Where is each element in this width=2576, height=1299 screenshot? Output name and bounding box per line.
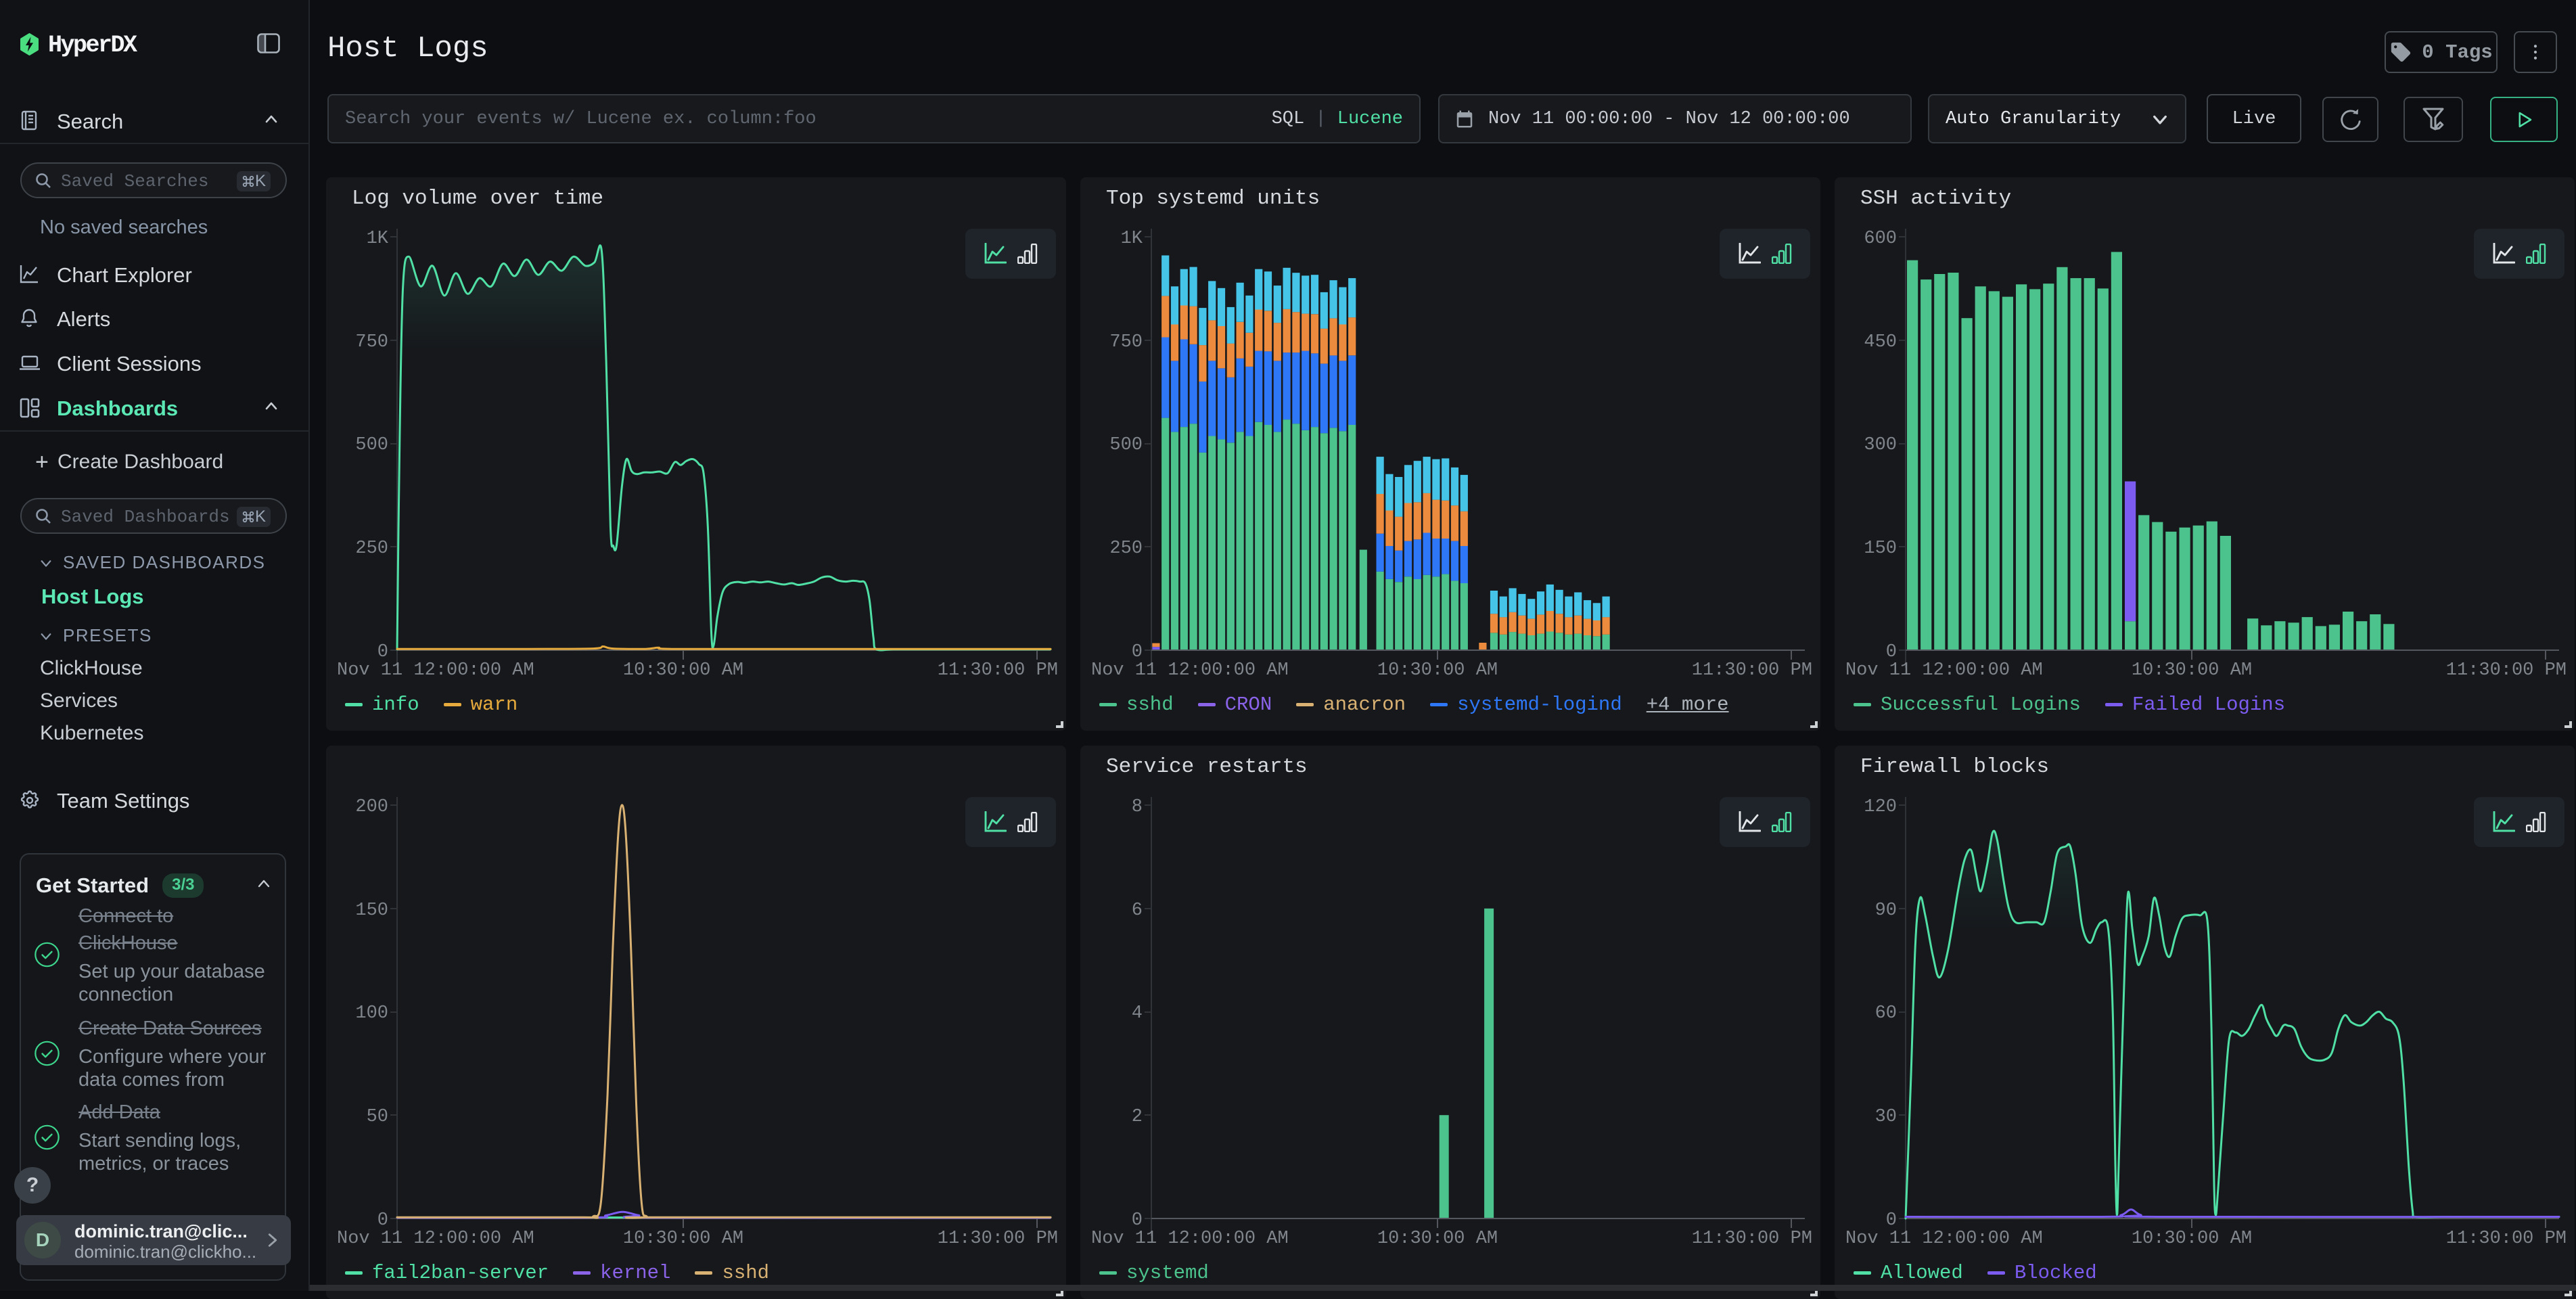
svg-text:10:30:00 AM: 10:30:00 AM — [2132, 1229, 2252, 1249]
svg-text:Nov 11 12:00:00 AM: Nov 11 12:00:00 AM — [337, 660, 534, 681]
svg-text:10:30:00 AM: 10:30:00 AM — [1377, 1229, 1498, 1249]
svg-text:10:30:00 AM: 10:30:00 AM — [1377, 660, 1498, 681]
svg-text:500: 500 — [355, 435, 388, 455]
svg-text:11:30:00 PM: 11:30:00 PM — [2446, 1229, 2567, 1249]
svg-text:100: 100 — [355, 1003, 388, 1024]
svg-text:250: 250 — [355, 539, 388, 559]
svg-text:10:30:00 AM: 10:30:00 AM — [2132, 660, 2252, 681]
svg-text:750: 750 — [355, 332, 388, 352]
svg-text:50: 50 — [367, 1107, 388, 1127]
svg-text:6: 6 — [1132, 901, 1143, 921]
svg-text:450: 450 — [1864, 332, 1897, 352]
svg-text:11:30:00 PM: 11:30:00 PM — [1692, 660, 1812, 681]
svg-text:11:30:00 PM: 11:30:00 PM — [938, 1229, 1058, 1249]
svg-text:0: 0 — [377, 1210, 388, 1231]
svg-text:4: 4 — [1132, 1003, 1143, 1024]
svg-text:Nov 11 12:00:00 AM: Nov 11 12:00:00 AM — [1845, 1229, 2043, 1249]
svg-text:1K: 1K — [1121, 229, 1143, 249]
svg-text:2: 2 — [1132, 1107, 1143, 1127]
svg-text:Nov 11 12:00:00 AM: Nov 11 12:00:00 AM — [1091, 660, 1289, 681]
svg-text:Nov 11 12:00:00 AM: Nov 11 12:00:00 AM — [1091, 1229, 1289, 1249]
svg-text:30: 30 — [1875, 1107, 1897, 1127]
svg-text:8: 8 — [1132, 797, 1143, 817]
svg-text:120: 120 — [1864, 797, 1897, 817]
svg-text:150: 150 — [1864, 539, 1897, 559]
svg-text:0: 0 — [1886, 642, 1897, 662]
svg-text:10:30:00 AM: 10:30:00 AM — [623, 660, 743, 681]
svg-text:600: 600 — [1864, 229, 1897, 249]
svg-text:1K: 1K — [367, 229, 389, 249]
svg-text:150: 150 — [355, 901, 388, 921]
svg-text:11:30:00 PM: 11:30:00 PM — [2446, 660, 2567, 681]
svg-text:0: 0 — [1886, 1210, 1897, 1231]
svg-text:300: 300 — [1864, 435, 1897, 455]
svg-text:60: 60 — [1875, 1003, 1897, 1024]
svg-text:500: 500 — [1109, 435, 1143, 455]
svg-text:Nov 11 12:00:00 AM: Nov 11 12:00:00 AM — [1845, 660, 2043, 681]
svg-text:90: 90 — [1875, 901, 1897, 921]
svg-text:750: 750 — [1109, 332, 1143, 352]
svg-text:11:30:00 PM: 11:30:00 PM — [1692, 1229, 1812, 1249]
svg-text:0: 0 — [1132, 1210, 1143, 1231]
svg-text:0: 0 — [1132, 642, 1143, 662]
svg-text:250: 250 — [1109, 539, 1143, 559]
svg-text:10:30:00 AM: 10:30:00 AM — [623, 1229, 743, 1249]
svg-text:0: 0 — [377, 642, 388, 662]
svg-text:Nov 11 12:00:00 AM: Nov 11 12:00:00 AM — [337, 1229, 534, 1249]
svg-text:11:30:00 PM: 11:30:00 PM — [938, 660, 1058, 681]
svg-text:200: 200 — [355, 797, 388, 817]
